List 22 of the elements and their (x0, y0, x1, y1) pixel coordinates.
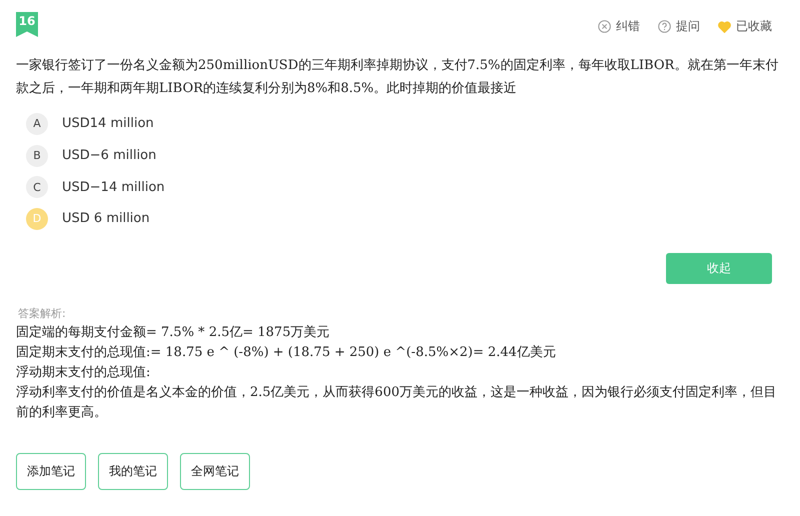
help-icon (658, 20, 671, 33)
report-link[interactable]: 纠错 (598, 18, 640, 35)
analysis-text: 固定期末支付的总现值:= 18.75 e ^ (-8%) + (18.75 + 250) e ^(-8.5%×2)= 2.44亿美元 (16, 344, 557, 362)
option-text[interactable]: USD14 million (62, 116, 154, 132)
option-letter[interactable]: A (26, 112, 48, 135)
option-text[interactable]: USD−6 million (62, 148, 156, 164)
notes-button[interactable]: 添加笔记 (16, 452, 86, 490)
analysis-text: 浮动期末支付的总现值: (16, 364, 152, 382)
option-text[interactable]: USD 6 million (62, 211, 150, 226)
analysis-label: 答案解析: (18, 306, 67, 321)
option-letter[interactable]: C (26, 176, 48, 198)
question-number-badge: 16 (16, 12, 38, 37)
ask-link[interactable]: 提问 (658, 18, 700, 35)
option-text[interactable]: USD−14 million (62, 180, 165, 195)
question-text: 一家银行签订了一份名义金额为250millionUSD的三年期利率掉期协议，支付7.5%的固定利率，每年收取LIBOR。就在第一年末付款之后，一年期和两年期LIBOR的连续复利分别为8%和8.5%。此时掉期的价值最接近 (16, 57, 780, 98)
notes-button[interactable]: 全网笔记 (180, 452, 250, 490)
analysis-text: 浮动利率支付的价值是名义本金的价值，2.5亿美元，从而获得600万美元的收益，这是一种收益，因为银行必须支付固定利率，但目前的利率更高。 (16, 384, 778, 422)
notes-button[interactable]: 我的笔记 (98, 452, 168, 490)
analysis-text: 固定端的每期支付金额= 7.5% * 2.5亿= 1875万美元 (16, 324, 331, 342)
favorite-link[interactable]: 已收藏 (718, 18, 772, 35)
option-letter[interactable]: B (26, 144, 48, 167)
close-icon (598, 20, 611, 33)
